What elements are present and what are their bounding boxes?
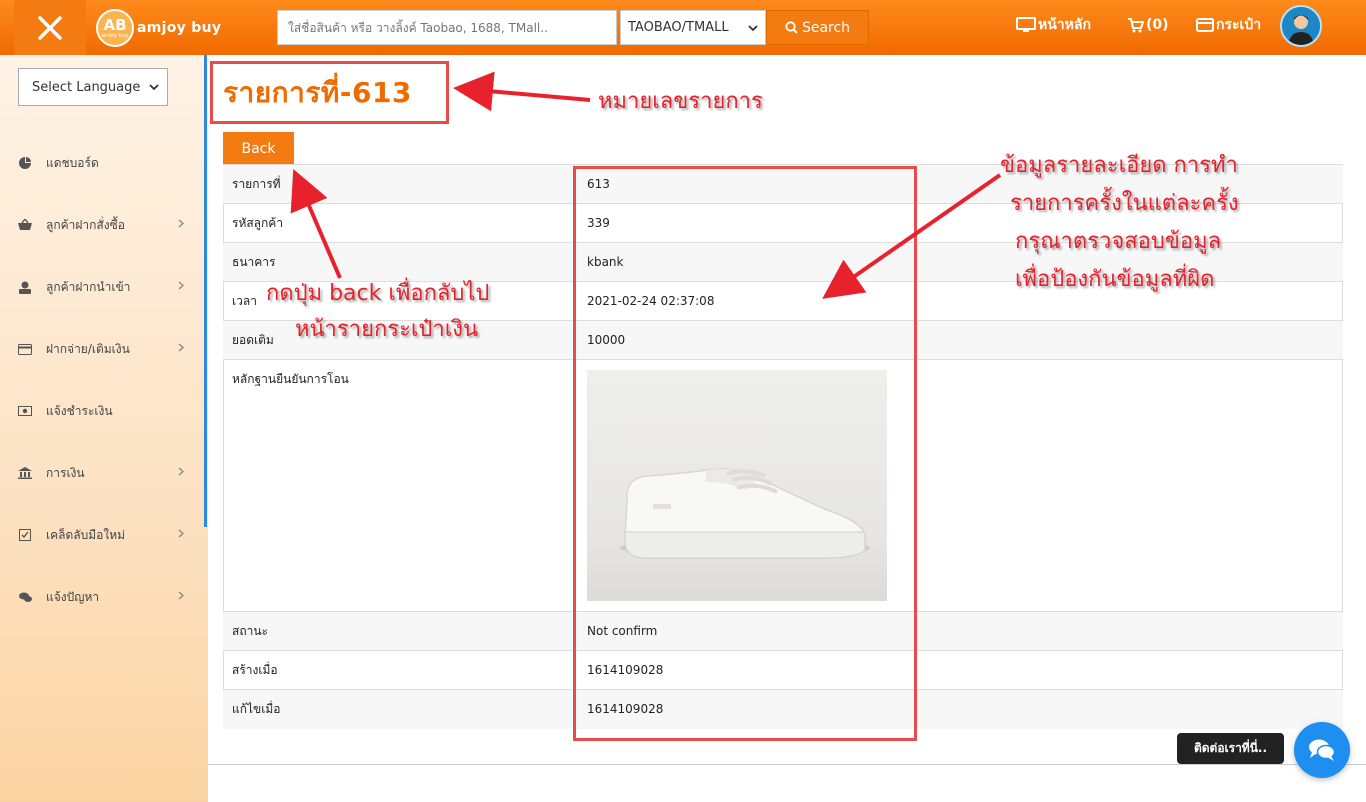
contact-us-label[interactable]: ติดต่อเราที่นี่.. — [1177, 733, 1284, 764]
detail-annotation-line4: เพื่อป้องกันข้อมูลที่ผิด — [1015, 267, 1215, 292]
back-arrow — [290, 168, 342, 279]
detail-annotation-line2: รายการครั้งในแต่ละครั้ง — [1010, 191, 1239, 216]
detail-arrow — [822, 173, 1002, 299]
chat-icon — [1309, 739, 1336, 761]
chat-button[interactable] — [1294, 722, 1350, 778]
title-annotation: หมายเลขรายการ — [598, 89, 763, 114]
title-arrow — [453, 71, 591, 112]
annotation-arrows — [290, 71, 1002, 299]
back-annotation-line1: กดปุ่ม back เพื่อกลับไป — [266, 281, 490, 306]
footer-divider — [208, 764, 1366, 765]
detail-annotation-line3: กรุณาตรวจสอบข้อมูล — [1015, 229, 1222, 254]
back-annotation-line2: หน้ารายกระเป๋าเงิน — [295, 317, 479, 342]
detail-annotation-line1: ข้อมูลรายละเอียด การทำ — [1000, 153, 1238, 178]
